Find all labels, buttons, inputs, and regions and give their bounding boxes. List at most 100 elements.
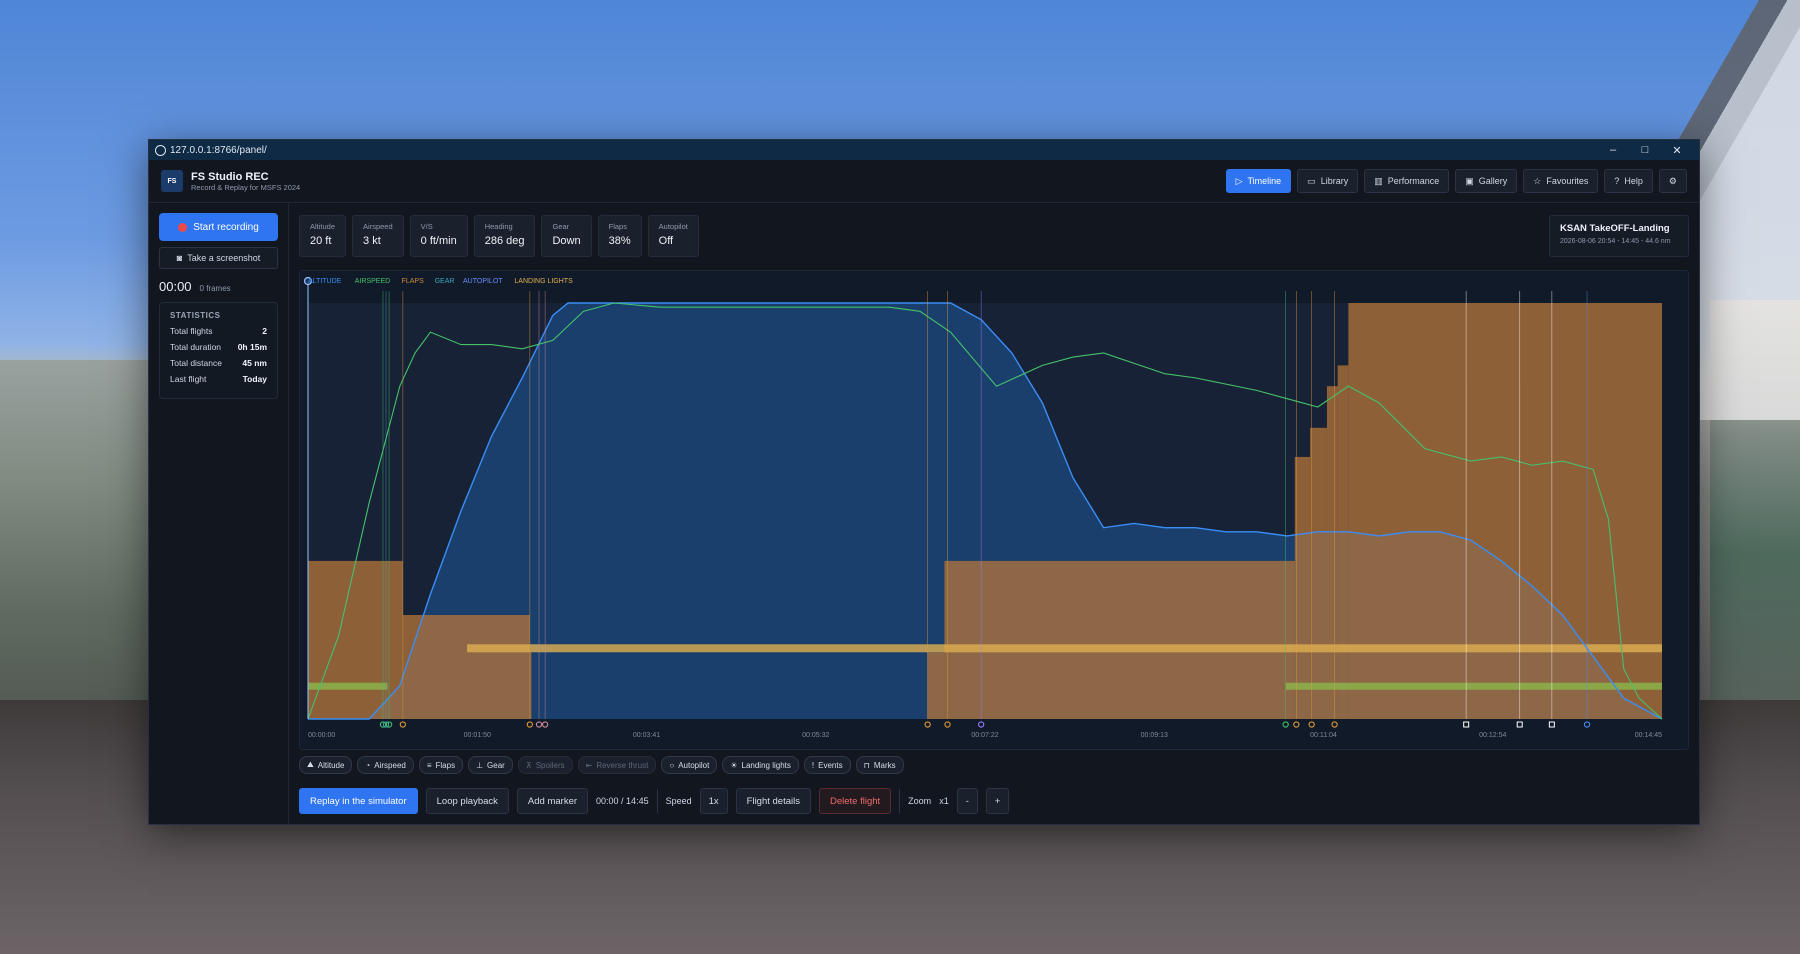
toggle-autopilot[interactable]: ○ Autopilot [661, 756, 718, 774]
brand-block: FS Studio REC Record & Replay for MSFS 2… [191, 171, 300, 192]
toggle-landing-lights[interactable]: ☀ Landing lights [722, 756, 799, 774]
flaps-segment [927, 652, 945, 719]
toggle-gear[interactable]: ⊥ Gear [468, 756, 513, 774]
readout-value: Off [658, 235, 674, 247]
stat-total-distance: Total distance 45 nm [170, 358, 267, 368]
readout-vs: V/S 0 ft/min [409, 215, 468, 257]
toggle-label: Landing lights [741, 760, 791, 770]
readout-label: Airspeed [363, 222, 393, 231]
replay-button[interactable]: Replay in the simulator [299, 788, 418, 814]
event-marker [399, 721, 407, 728]
flaps-segment [1348, 303, 1662, 719]
main-nav: ▷ Timeline ▭ Library ▥ Performance ▣ Gallery… [1225, 169, 1687, 193]
lightbulb-icon: ☀ [730, 760, 738, 770]
nav-favourites[interactable]: ☆ Favourites [1523, 169, 1599, 193]
toggle-airspeed[interactable]: ◔ Airspeed [357, 756, 414, 774]
nav-help-label: Help [1624, 176, 1643, 186]
x-tick-label: 00:00:00 [308, 732, 335, 739]
minimize-button[interactable]: – [1597, 144, 1629, 156]
main-panel: Altitude 20 ft Airspeed 3 kt V/S 0 ft/min H… [299, 203, 1689, 824]
readout-value: 286 deg [484, 235, 525, 247]
readout-label: Altitude [310, 222, 336, 231]
legend-item: ALTITUDE [308, 278, 342, 285]
timeline-chart[interactable]: 00:00:00 00:01:50 00:03:41 00:05:32 00:07:22… [299, 270, 1689, 750]
bar-chart-icon: ▥ [1374, 175, 1383, 186]
toggle-events[interactable]: ! Events [803, 756, 851, 774]
nav-timeline[interactable]: ▷ Timeline [1225, 169, 1292, 193]
events-icon: ! [811, 760, 815, 770]
toggle-marks[interactable]: ⊓ Marks [855, 756, 904, 774]
flaps-segment [1294, 456, 1311, 719]
readout-value: 3 kt [363, 235, 381, 247]
stat-value: Today [242, 374, 267, 384]
flaps-segment [944, 560, 1295, 719]
x-tick-label: 00:09:13 [1141, 732, 1168, 739]
bookmark-icon: ⊓ [863, 760, 870, 770]
nav-library[interactable]: ▭ Library [1297, 169, 1359, 193]
readout-autopilot: Autopilot Off [647, 215, 699, 257]
help-icon: ? [1614, 176, 1620, 186]
event-marker [1516, 721, 1523, 728]
nav-gallery[interactable]: ▣ Gallery [1455, 169, 1518, 193]
toggle-label: Reverse thrust [596, 760, 649, 770]
stat-value: 0h 15m [237, 342, 267, 352]
globe-icon [155, 144, 166, 156]
flight-meta: 2026-08-06 20:54 - 14:45 - 44.6 nm [1560, 238, 1671, 245]
window-url: 127.0.0.1:8766/panel/ [170, 144, 267, 156]
readout-flaps: Flaps 38% [597, 215, 642, 257]
event-marker [1463, 721, 1470, 728]
timeline-chart-svg[interactable]: 00:00:00 00:01:50 00:03:41 00:05:32 00:07:22… [300, 271, 1670, 749]
readout-label: Heading [484, 222, 513, 231]
start-recording-button[interactable]: Start recording [159, 213, 278, 241]
toggle-spoilers[interactable]: ⊼ Spoilers [517, 756, 573, 774]
nav-performance[interactable]: ▥ Performance [1364, 169, 1450, 193]
statistics-title: STATISTICS [170, 311, 221, 320]
event-marker [978, 721, 985, 728]
gauge-icon: ◔ [365, 760, 371, 770]
maximize-button[interactable]: □ [1629, 144, 1661, 156]
x-tick-label: 00:05:32 [802, 732, 829, 739]
toggle-reverse-thrust[interactable]: ⇤ Reverse thrust [577, 756, 657, 774]
loop-playback-button[interactable]: Loop playback [425, 788, 509, 814]
folder-icon: ▭ [1307, 175, 1316, 186]
close-button[interactable]: ✕ [1661, 144, 1693, 157]
readout-heading: Heading 286 deg [473, 215, 536, 257]
event-marker [1308, 721, 1315, 728]
gear-band [1285, 682, 1662, 690]
event-marker [1282, 721, 1289, 728]
stat-value: 2 [262, 326, 267, 336]
timer-value: 00:00 [159, 279, 192, 294]
screenshot-label: Take a screenshot [187, 253, 261, 263]
legend-item: FLAPS [402, 278, 425, 285]
readout-airspeed: Airspeed 3 kt [352, 215, 404, 257]
toggle-altitude[interactable]: ⛰ Altitude [299, 756, 353, 774]
flaps-icon: ≡ [426, 760, 432, 770]
toggle-flaps[interactable]: ≡ Flaps [418, 756, 464, 774]
delete-flight-button[interactable]: Delete flight [819, 788, 892, 814]
legend-item: LANDING LIGHTS [514, 278, 573, 285]
legend-item: GEAR [435, 278, 455, 285]
playback-time: 00:00 / 14:45 [596, 796, 649, 806]
add-marker-button[interactable]: Add marker [516, 788, 589, 814]
x-tick-label: 00:01:50 [464, 732, 491, 739]
divider [899, 789, 901, 813]
event-marker [541, 721, 549, 728]
legend-item: AUTOPILOT [463, 278, 503, 285]
readout-label: Flaps [608, 222, 627, 231]
series-toggles: ⛰ Altitude ◔ Airspeed ≡ Flaps ⊥ Gear ⊼ Spoile… [299, 756, 904, 774]
screenshot-button[interactable]: ◙ Take a screenshot [159, 247, 278, 269]
speed-select[interactable]: 1x [699, 788, 728, 814]
stat-label: Total distance [170, 358, 222, 368]
event-marker [1548, 721, 1555, 728]
flight-info-card[interactable]: KSAN TakeOFF-Landing 2026-08-06 20:54 - … [1549, 215, 1689, 257]
event-marker [526, 721, 533, 728]
settings-button[interactable]: ⚙ [1658, 169, 1687, 193]
image-icon: ▣ [1465, 175, 1474, 186]
zoom-out-button[interactable]: - [956, 788, 978, 814]
event-marker [924, 721, 931, 728]
nav-help[interactable]: ? Help [1604, 169, 1653, 193]
app-window: 127.0.0.1:8766/panel/ – □ ✕ FS FS Studio… [148, 139, 1700, 825]
altitude-icon: ⛰ [307, 760, 314, 769]
flight-details-button[interactable]: Flight details [735, 788, 811, 814]
zoom-in-button[interactable]: + [985, 788, 1010, 814]
